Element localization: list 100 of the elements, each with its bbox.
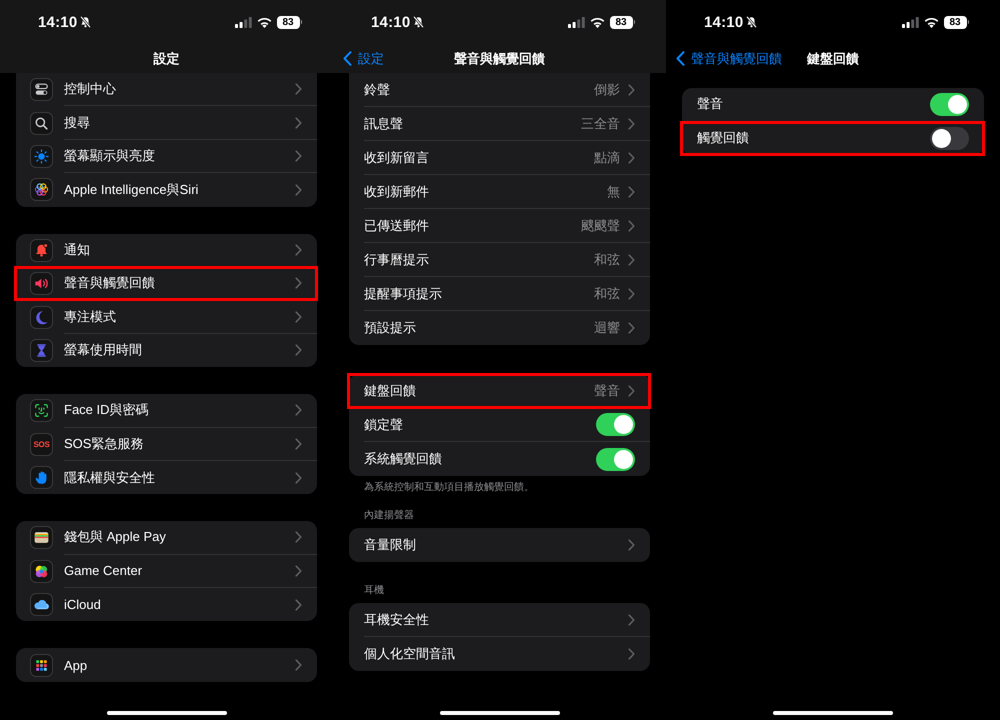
setting-label[interactable]: Apple Intelligence與Siri [64, 180, 198, 199]
chevron-icon [628, 254, 635, 266]
setting-label[interactable]: 觸覺回饋 [697, 129, 749, 148]
nav-title: 聲音與觸覺回饋 [454, 50, 545, 68]
back-chevron-icon [343, 51, 352, 66]
setting-label[interactable]: 行事曆提示 [364, 250, 429, 268]
chevron-icon [628, 384, 635, 396]
chevron-icon [295, 598, 302, 611]
setting-label[interactable]: 通知 [64, 240, 90, 259]
face-scan-icon [30, 399, 53, 422]
chevron-icon [628, 648, 635, 660]
chevron-icon [295, 116, 302, 129]
wifi-icon [256, 16, 272, 28]
setting-label[interactable]: 鍵盤回饋 [364, 382, 416, 400]
chevron-icon [628, 118, 635, 130]
setting-label[interactable]: 系統觸覺回饋 [364, 450, 442, 468]
grid-icon [30, 654, 53, 677]
hourglass-icon [30, 338, 53, 362]
section-header: 內建揚聲器 [364, 509, 414, 522]
chevron-icon [295, 659, 302, 672]
chevron-icon [295, 531, 302, 544]
setting-value: 颼颼聲 [581, 216, 620, 234]
setting-label[interactable]: 訊息聲 [364, 114, 403, 132]
setting-label[interactable]: 收到新留言 [364, 148, 429, 166]
chevron-icon [628, 288, 635, 300]
ring-icon [30, 178, 53, 202]
chevron-icon [628, 186, 635, 198]
chevron-icon [295, 344, 302, 356]
signal-icon [902, 16, 918, 28]
setting-label[interactable]: 鈴聲 [364, 80, 390, 98]
bell-slash-icon [413, 16, 424, 28]
chevron-icon [628, 614, 635, 626]
sun-icon [30, 144, 53, 168]
setting-label[interactable]: 控制中心 [64, 80, 116, 98]
cloud-icon [30, 593, 53, 616]
moon-icon [30, 306, 53, 329]
setting-label[interactable]: 隱私權與安全性 [64, 468, 155, 487]
setting-label[interactable]: 提醒事項提示 [364, 284, 442, 302]
setting-label[interactable]: 音量限制 [364, 536, 416, 554]
bubbles-icon [30, 560, 53, 583]
setting-label[interactable]: 鎖定聲 [364, 416, 403, 434]
chevron-icon [295, 472, 302, 484]
setting-label[interactable]: Game Center [64, 563, 142, 578]
toggle-switch[interactable] [596, 413, 635, 436]
setting-label[interactable]: Face ID與密碼 [64, 401, 149, 420]
chevron-icon [628, 539, 635, 551]
setting-label[interactable]: 已傳送郵件 [364, 216, 429, 234]
toggles-icon [30, 78, 53, 102]
setting-label[interactable]: 螢幕顯示與亮度 [64, 146, 155, 165]
wifi-icon [924, 16, 938, 28]
toggle-switch[interactable] [930, 126, 969, 150]
toggle-switch[interactable] [930, 92, 969, 116]
bell-icon [30, 238, 53, 262]
setting-label[interactable]: iCloud [64, 597, 101, 612]
hand-icon [30, 466, 53, 490]
chevron-icon [628, 84, 635, 96]
back-chevron-icon [676, 51, 685, 66]
setting-value: 和弦 [594, 284, 620, 302]
wifi-icon [590, 16, 604, 28]
wallet-icon [30, 526, 53, 550]
setting-label[interactable]: 收到新郵件 [364, 182, 429, 200]
setting-label[interactable]: App [64, 658, 88, 673]
chevron-icon [628, 220, 635, 232]
setting-label[interactable]: 耳機安全性 [364, 610, 429, 628]
bell-slash-icon [746, 16, 758, 28]
status-time: 14:10 [38, 14, 78, 30]
chevron-icon [628, 152, 635, 164]
battery-icon: 83 [944, 16, 969, 28]
status-time: 14:10 [704, 14, 744, 30]
battery-icon: 83 [276, 16, 302, 28]
search-icon [30, 112, 53, 135]
chevron-icon [295, 277, 302, 290]
setting-label[interactable]: 專注模式 [64, 308, 116, 326]
nav-title: 設定 [154, 50, 180, 68]
setting-value: 三全音 [581, 114, 620, 132]
setting-label[interactable]: SOS緊急服務 [64, 434, 144, 453]
setting-label[interactable]: 預設提示 [364, 319, 416, 337]
nav-title: 鍵盤回饋 [807, 50, 859, 68]
chevron-icon [295, 83, 302, 96]
chevron-icon [295, 310, 302, 323]
setting-value: 無 [607, 182, 620, 200]
setting-value: 和弦 [594, 250, 620, 268]
setting-label[interactable]: 聲音與觸覺回饋 [64, 274, 155, 292]
setting-value: 點滴 [594, 148, 620, 166]
chevron-icon [295, 438, 302, 450]
setting-value: 倒影 [594, 80, 620, 98]
back-button[interactable]: 聲音與觸覺回饋 [666, 50, 782, 68]
chevron-icon [295, 404, 302, 416]
setting-label[interactable]: 聲音 [697, 95, 723, 114]
toggle-switch[interactable] [596, 448, 635, 470]
signal-icon [234, 16, 252, 28]
setting-label[interactable]: 錢包與 Apple Pay [64, 528, 166, 546]
sos-icon: SOS [30, 432, 53, 456]
setting-label[interactable]: 搜尋 [64, 114, 90, 132]
section-header: 耳機 [364, 584, 384, 597]
setting-label[interactable]: 個人化空間音訊 [364, 645, 455, 663]
battery-icon: 83 [610, 16, 635, 28]
setting-label[interactable]: 螢幕使用時間 [64, 341, 142, 360]
section-footer: 為系統控制和互動項目播放觸覺回饋。 [364, 481, 534, 494]
back-button[interactable]: 設定 [333, 50, 384, 68]
